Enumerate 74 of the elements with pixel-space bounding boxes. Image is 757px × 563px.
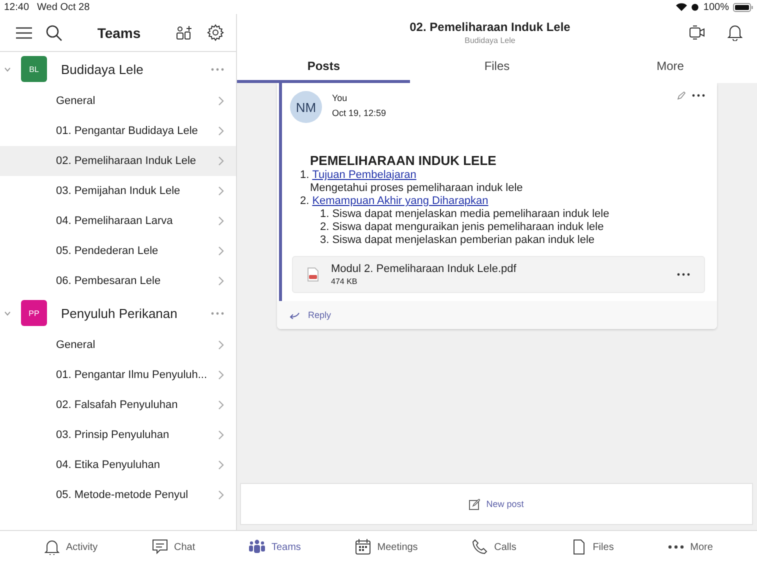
chevron-right-icon <box>218 156 224 166</box>
chevron-down-icon[interactable] <box>4 310 11 316</box>
section-link[interactable]: Kemampuan Akhir yang Diharapkan <box>312 195 488 208</box>
chevron-right-icon <box>218 460 224 470</box>
wifi-icon <box>676 3 688 11</box>
file-size: 474 KB <box>331 277 358 286</box>
team-name[interactable]: Budidaya Lele <box>61 62 211 76</box>
team-name[interactable]: Penyuluh Perikanan <box>61 306 211 320</box>
nav-tab[interactable]: Meetings <box>351 537 422 557</box>
section-text: Mengetahui proses pemeliharaan induk lele <box>310 182 524 195</box>
list-number: 1. <box>320 208 330 221</box>
nav-tab[interactable]: Teams <box>245 537 305 557</box>
chat-bubble-icon <box>152 539 168 555</box>
phone-icon <box>472 539 488 555</box>
post-time: Oct 19, 12:59 <box>332 108 388 118</box>
chevron-down-icon[interactable] <box>4 66 11 72</box>
file-name: Modul 2. Pemeliharaan Induk Lele.pdf <box>331 263 518 275</box>
chevron-right-icon <box>218 216 224 226</box>
battery-percentage: 100% <box>703 2 729 12</box>
list-number: 2. <box>300 195 310 208</box>
list-number: 2. <box>320 221 330 234</box>
compose-icon <box>469 498 480 510</box>
chevron-right-icon <box>218 340 224 350</box>
chevron-right-icon <box>218 370 224 380</box>
chevron-right-icon <box>218 430 224 440</box>
notification-bell-icon[interactable] <box>727 24 743 41</box>
date-text: Wed Oct 28 <box>37 2 90 12</box>
document-icon <box>570 539 587 555</box>
nav-tab[interactable]: Activity <box>40 537 102 557</box>
more-options-icon[interactable] <box>692 94 705 97</box>
bell-icon <box>44 539 60 555</box>
nav-tab[interactable]: Files <box>566 537 618 557</box>
list-number: 3. <box>320 234 330 247</box>
new-post-bar[interactable]: New post <box>240 483 753 525</box>
pencil-icon[interactable] <box>677 91 686 100</box>
channel-title: 02. Pemeliharaan Induk Lele <box>410 20 570 34</box>
clock-time: 12:40 <box>4 2 30 12</box>
list-item-text: Siswa dapat menjelaskan pemberian pakan induk lele <box>332 234 595 247</box>
nav-tab[interactable]: Calls <box>468 537 520 557</box>
chevron-right-icon <box>218 276 224 286</box>
sidebar-title: Teams <box>96 24 142 40</box>
list-number: 1. <box>300 169 310 182</box>
list-item-text: Siswa dapat menjelaskan media pemeliharaan induk lele <box>332 208 610 221</box>
team-subtitle: Budidaya Lele <box>464 36 516 45</box>
author-name: You <box>332 93 348 103</box>
team-avatar: BL <box>21 56 47 82</box>
add-team-icon[interactable] <box>176 25 193 40</box>
file-attachment[interactable]: Modul 2. Pemeliharaan Induk Lele.pdf 474 KB <box>292 256 705 293</box>
section-link[interactable]: Tujuan Pembelajaran <box>312 169 416 182</box>
post-heading: PEMELIHARAAN INDUK LELE <box>310 153 498 168</box>
battery-icon <box>733 2 753 12</box>
list-item-text: Siswa dapat menguraikan jenis pemeliharaan induk lele <box>332 221 604 234</box>
chevron-right-icon <box>218 126 224 136</box>
reply-button[interactable]: Reply <box>308 310 332 320</box>
settings-icon[interactable] <box>207 24 224 41</box>
team-avatar: PP <box>21 300 47 326</box>
nav-tab[interactable]: Chat <box>148 537 200 557</box>
chevron-right-icon <box>218 490 224 500</box>
chevron-right-icon <box>218 96 224 106</box>
video-camera-icon[interactable] <box>689 25 705 40</box>
author-avatar: NM <box>290 91 322 123</box>
calendar-icon <box>355 539 372 555</box>
menu-icon[interactable] <box>16 26 32 38</box>
people-icon <box>249 539 266 555</box>
nav-tab[interactable]: More <box>664 537 717 557</box>
channel-item[interactable]: 02. Pemeliharaan Induk Lele <box>0 146 236 176</box>
new-post-button[interactable]: New post <box>486 499 524 509</box>
chevron-right-icon <box>218 246 224 256</box>
more-options-icon[interactable] <box>677 273 690 276</box>
chevron-right-icon <box>218 186 224 196</box>
pdf-file-icon <box>307 267 319 282</box>
search-icon[interactable] <box>46 24 62 40</box>
chevron-right-icon <box>218 400 224 410</box>
reply-arrow-icon <box>289 312 300 318</box>
